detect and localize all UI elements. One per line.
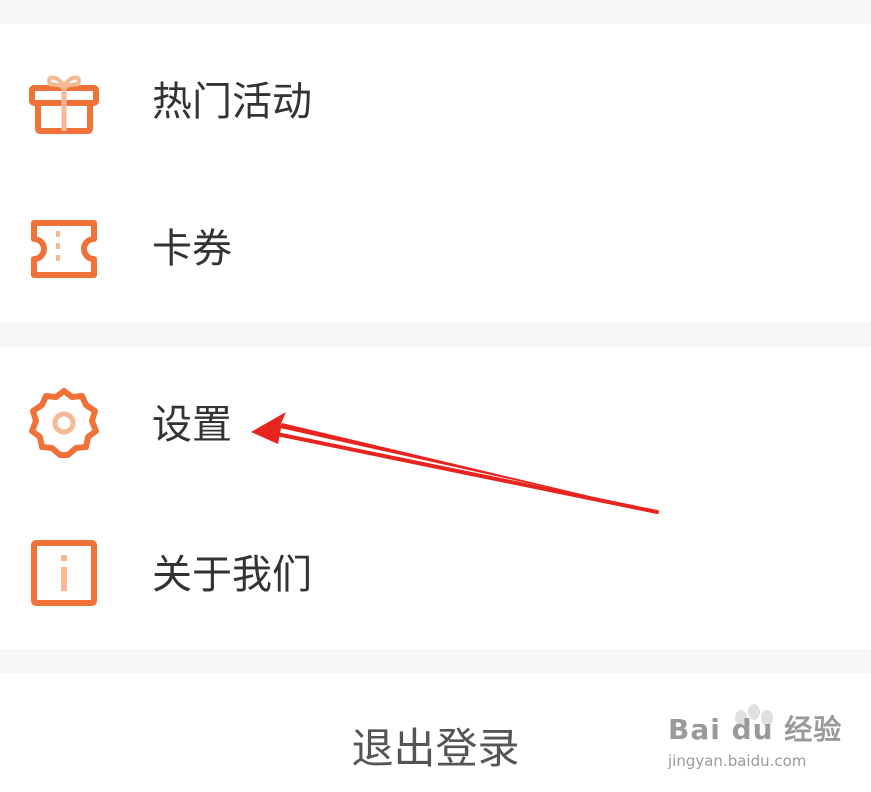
menu-item-label: 热门活动 xyxy=(152,79,312,125)
watermark-brand: Bai du 经验 xyxy=(668,713,843,746)
menu-group-2: 设置 关于我们 xyxy=(0,347,871,649)
watermark-url: jingyan.baidu.com xyxy=(668,752,807,770)
gear-icon xyxy=(28,387,100,459)
menu-item-about-us[interactable]: 关于我们 xyxy=(0,498,871,649)
ticket-icon xyxy=(28,213,100,285)
info-icon xyxy=(28,537,100,609)
menu-group-1: 热门活动 卡券 xyxy=(0,24,871,323)
menu-item-label: 卡券 xyxy=(152,226,232,272)
menu-item-label: 关于我们 xyxy=(152,552,312,598)
gift-icon xyxy=(28,66,100,138)
menu-item-settings[interactable]: 设置 xyxy=(0,347,871,498)
menu-item-hot-activities[interactable]: 热门活动 xyxy=(0,24,871,174)
menu-item-coupons[interactable]: 卡券 xyxy=(0,174,871,323)
menu-item-label: 设置 xyxy=(152,402,232,448)
